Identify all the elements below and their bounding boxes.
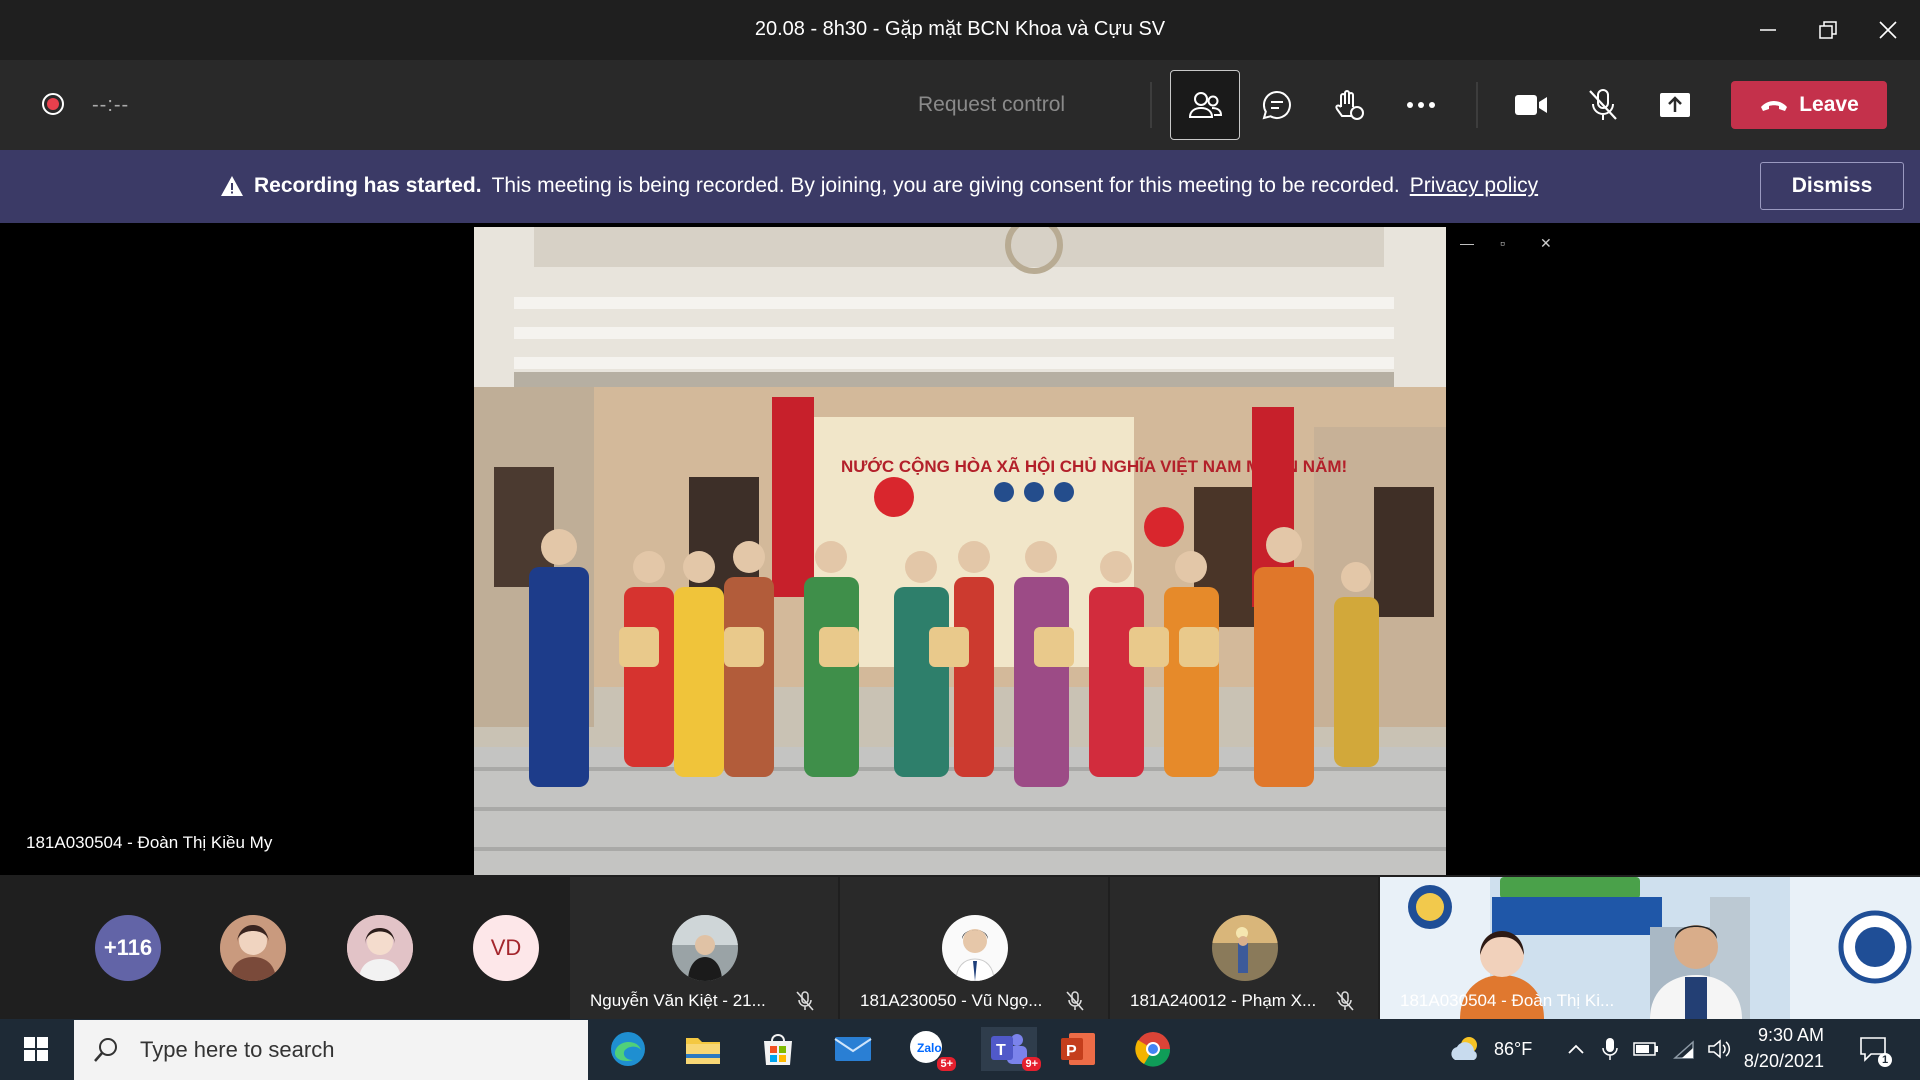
more-participants-button[interactable]: +116 [95, 915, 161, 981]
recording-banner: Recording has started. This meeting is b… [0, 150, 1920, 223]
share-screen-button[interactable] [1640, 70, 1710, 140]
recording-indicator-icon [42, 93, 64, 115]
notification-count-badge: 1 [1878, 1053, 1892, 1067]
leave-meeting-button[interactable]: Leave [1731, 81, 1887, 129]
mail-taskbar-icon[interactable] [831, 1027, 875, 1071]
windows-logo-icon [24, 1037, 48, 1061]
raise-hand-icon [1335, 90, 1364, 120]
clock-date[interactable]: 8/20/2021 [1740, 1051, 1824, 1072]
popout-minimize-icon[interactable]: — [1460, 235, 1474, 251]
participant-video-tile[interactable]: 181A030504 - Đoàn Thị Ki... [1380, 877, 1920, 1019]
svg-text:P: P [1066, 1043, 1077, 1060]
popout-restore-icon[interactable]: ▫ [1500, 235, 1505, 251]
weather-temperature: 86°F [1494, 1039, 1533, 1059]
mic-muted-icon [796, 991, 814, 1016]
action-center-button[interactable]: 1 [1852, 1027, 1896, 1071]
meeting-toolbar: --:-- Request control Leave [0, 60, 1920, 150]
reactions-button[interactable] [1314, 70, 1384, 140]
meeting-timer: --:-- [92, 94, 130, 116]
participant-avatar[interactable] [220, 915, 286, 981]
recording-started-text: Recording has started. [254, 174, 482, 197]
restore-button[interactable] [1808, 10, 1848, 50]
hang-up-icon [1761, 101, 1788, 111]
windows-taskbar: Type here to search Zalo 5+ T 9+ P 86°F [0, 1019, 1920, 1080]
mic-muted-icon [1336, 991, 1354, 1016]
edge-taskbar-icon[interactable] [606, 1027, 650, 1071]
active-speaker-name: 181A030504 - Đoàn Thị Kiều My [26, 833, 273, 852]
recording-message: Recording has started. This meeting is b… [220, 174, 1538, 198]
chat-button[interactable] [1242, 70, 1312, 140]
search-icon [94, 1038, 117, 1062]
teams-badge: 9+ [1022, 1057, 1041, 1071]
participant-tile[interactable]: Nguyễn Văn Kiệt - 21... [570, 877, 838, 1019]
popout-close-icon[interactable]: ✕ [1540, 235, 1552, 252]
zalo-badge: 5+ [937, 1057, 956, 1071]
shared-video: NƯỚC CỘNG HÒA XÃ HỘI CHỦ NGHĨA VIỆT NAM … [474, 227, 1446, 875]
start-button[interactable] [14, 1027, 58, 1071]
weather-icon[interactable] [1444, 1027, 1488, 1071]
mic-muted-icon [1066, 991, 1084, 1016]
ellipsis-icon [1407, 102, 1435, 108]
search-placeholder: Type here to search [140, 1037, 335, 1062]
store-taskbar-icon[interactable] [756, 1027, 800, 1071]
minimize-button[interactable] [1748, 10, 1788, 50]
video-scene-image: NƯỚC CỘNG HÒA XÃ HỘI CHỦ NGHĨA VIỆT NAM … [474, 227, 1446, 875]
zalo-taskbar-icon[interactable]: Zalo 5+ [906, 1027, 956, 1071]
participant-name: 181A230050 - Vũ Ngọ... [860, 991, 1043, 1010]
chrome-taskbar-icon[interactable] [1131, 1027, 1175, 1071]
warning-icon [221, 176, 243, 196]
participant-tile[interactable]: 181A240012 - Phạm X... [1110, 877, 1378, 1019]
participant-photo [942, 915, 1008, 981]
microphone-off-icon [1589, 89, 1617, 120]
dismiss-button[interactable]: Dismiss [1760, 162, 1904, 210]
request-control-button[interactable]: Request control [918, 93, 1065, 117]
title-bar: 20.08 - 8h30 - Gặp mặt BCN Khoa và Cựu S… [0, 0, 1920, 60]
meeting-stage: NƯỚC CỘNG HÒA XÃ HỘI CHỦ NGHĨA VIỆT NAM … [0, 223, 1920, 875]
share-tray-icon [1660, 93, 1690, 117]
participant-tile[interactable]: 181A230050 - Vũ Ngọ... [840, 877, 1108, 1019]
leave-label: Leave [1799, 93, 1859, 116]
file-explorer-taskbar-icon[interactable] [681, 1027, 725, 1071]
clock-time[interactable]: 9:30 AM [1750, 1025, 1824, 1046]
volume-icon[interactable] [1698, 1027, 1742, 1071]
recording-consent-text: This meeting is being recorded. By joini… [491, 174, 1400, 197]
people-icon [1188, 92, 1222, 118]
mute-microphone-button[interactable] [1568, 70, 1638, 140]
participant-avatar[interactable] [347, 915, 413, 981]
toolbar-divider [1150, 82, 1152, 128]
participants-button[interactable] [1170, 70, 1240, 140]
toolbar-divider [1476, 82, 1478, 128]
camera-button[interactable] [1496, 70, 1566, 140]
participant-name: Nguyễn Văn Kiệt - 21... [590, 991, 766, 1010]
chat-icon [1262, 90, 1291, 120]
participant-photo [1212, 915, 1278, 981]
more-actions-button[interactable] [1386, 70, 1456, 140]
taskbar-search-box[interactable]: Type here to search [74, 1020, 588, 1080]
window-title: 20.08 - 8h30 - Gặp mặt BCN Khoa và Cựu S… [754, 18, 1166, 40]
privacy-policy-link[interactable]: Privacy policy [1410, 174, 1538, 198]
participant-name: 181A240012 - Phạm X... [1130, 991, 1317, 1010]
teams-taskbar-icon[interactable]: T 9+ [981, 1027, 1041, 1071]
video-camera-icon [1515, 95, 1547, 115]
participant-name: 181A030504 - Đoàn Thị Ki... [1400, 991, 1615, 1010]
initials-avatar[interactable]: VD [473, 915, 539, 981]
close-window-button[interactable] [1868, 10, 1908, 50]
participant-strip: +116 VD Nguyễn Văn Kiệt - 21... 181A2300… [0, 875, 1920, 1019]
svg-text:T: T [996, 1042, 1006, 1059]
svg-text:Zalo: Zalo [917, 1041, 942, 1055]
powerpoint-taskbar-icon[interactable]: P [1056, 1027, 1100, 1071]
participant-photo [672, 915, 738, 981]
